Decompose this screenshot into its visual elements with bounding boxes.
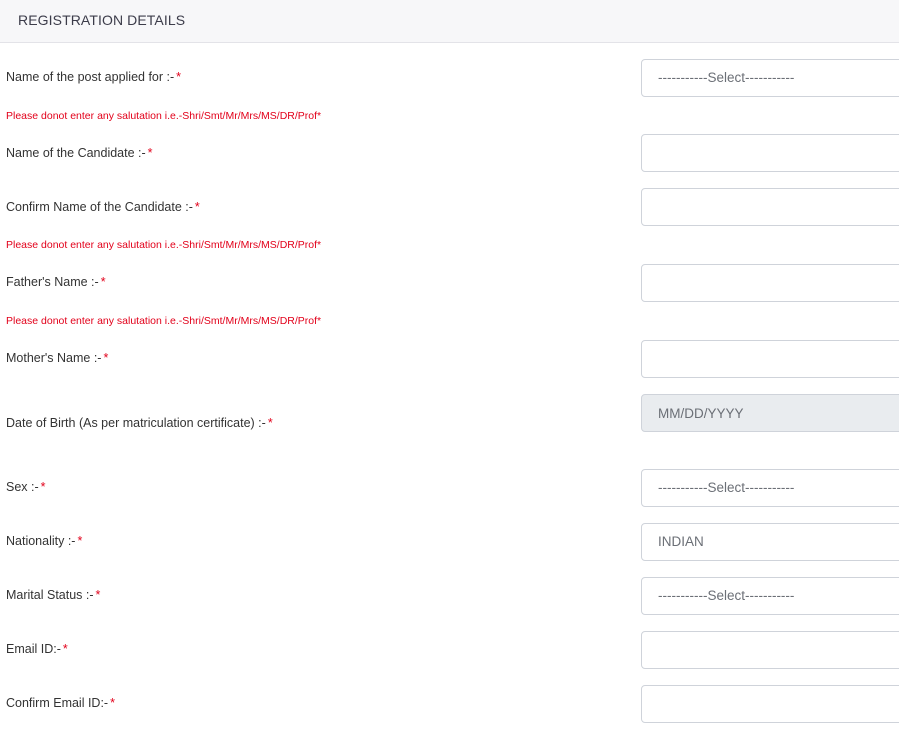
salutation-note: Please donot enter any salutation i.e.-S…: [6, 315, 322, 327]
required-marker: *: [267, 416, 273, 430]
sex-label-text: Sex :-: [6, 480, 39, 494]
father-name-label: Father's Name :- *: [6, 274, 106, 290]
required-marker: *: [100, 275, 106, 289]
post-label: Name of the post applied for :- *: [6, 69, 181, 85]
sex-select-value: -----------Select-----------: [658, 480, 795, 495]
required-marker: *: [110, 696, 115, 710]
email-label-text: Email ID:-: [6, 642, 61, 656]
panel-header: REGISTRATION DETAILS: [0, 0, 899, 43]
mother-name-label: Mother's Name :- *: [6, 350, 108, 366]
salutation-note: Please donot enter any salutation i.e.-S…: [6, 239, 322, 251]
email-label: Email ID:- *: [6, 641, 68, 657]
father-name-input[interactable]: [641, 264, 899, 302]
post-select[interactable]: -----------Select-----------: [641, 59, 899, 97]
required-marker: *: [62, 642, 68, 656]
candidate-name-input[interactable]: [641, 134, 899, 172]
required-marker: *: [194, 200, 200, 214]
confirm-email-label: Confirm Email ID:- *: [6, 695, 115, 711]
nationality-label: Nationality :- *: [6, 533, 82, 549]
confirm-candidate-name-input[interactable]: [641, 188, 899, 226]
post-select-value: -----------Select-----------: [658, 70, 795, 85]
confirm-email-input[interactable]: [641, 685, 899, 723]
confirm-candidate-name-label: Confirm Name of the Candidate :- *: [6, 199, 200, 215]
required-marker: *: [176, 70, 182, 84]
page-title: REGISTRATION DETAILS: [18, 12, 186, 28]
mother-name-label-text: Mother's Name :-: [6, 351, 102, 365]
nationality-value: INDIAN: [658, 534, 704, 549]
required-marker: *: [77, 534, 83, 548]
marital-status-select[interactable]: -----------Select-----------: [641, 577, 899, 615]
confirm-email-label-text: Confirm Email ID:-: [6, 696, 109, 710]
candidate-name-label-text: Name of the Candidate :-: [6, 146, 146, 160]
marital-status-label-text: Marital Status :-: [6, 588, 94, 602]
required-marker: *: [103, 351, 109, 365]
marital-status-select-value: -----------Select-----------: [658, 588, 795, 603]
sex-select[interactable]: -----------Select-----------: [641, 469, 899, 507]
post-label-text: Name of the post applied for :-: [6, 70, 175, 84]
confirm-candidate-name-label-text: Confirm Name of the Candidate :-: [6, 200, 193, 214]
candidate-name-label: Name of the Candidate :- *: [6, 145, 153, 161]
dob-label-text: Date of Birth (As per matriculation cert…: [6, 416, 266, 430]
nationality-input[interactable]: INDIAN: [641, 523, 899, 561]
required-marker: *: [40, 480, 46, 494]
nationality-label-text: Nationality :-: [6, 534, 76, 548]
dob-input[interactable]: [641, 394, 899, 432]
salutation-note: Please donot enter any salutation i.e.-S…: [6, 110, 322, 122]
dob-label: Date of Birth (As per matriculation cert…: [6, 415, 273, 431]
mother-name-input[interactable]: [641, 340, 899, 378]
email-input[interactable]: [641, 631, 899, 669]
father-name-label-text: Father's Name :-: [6, 275, 99, 289]
marital-status-label: Marital Status :- *: [6, 587, 100, 603]
required-marker: *: [147, 146, 153, 160]
sex-label: Sex :- *: [6, 479, 46, 495]
required-marker: *: [95, 588, 101, 602]
